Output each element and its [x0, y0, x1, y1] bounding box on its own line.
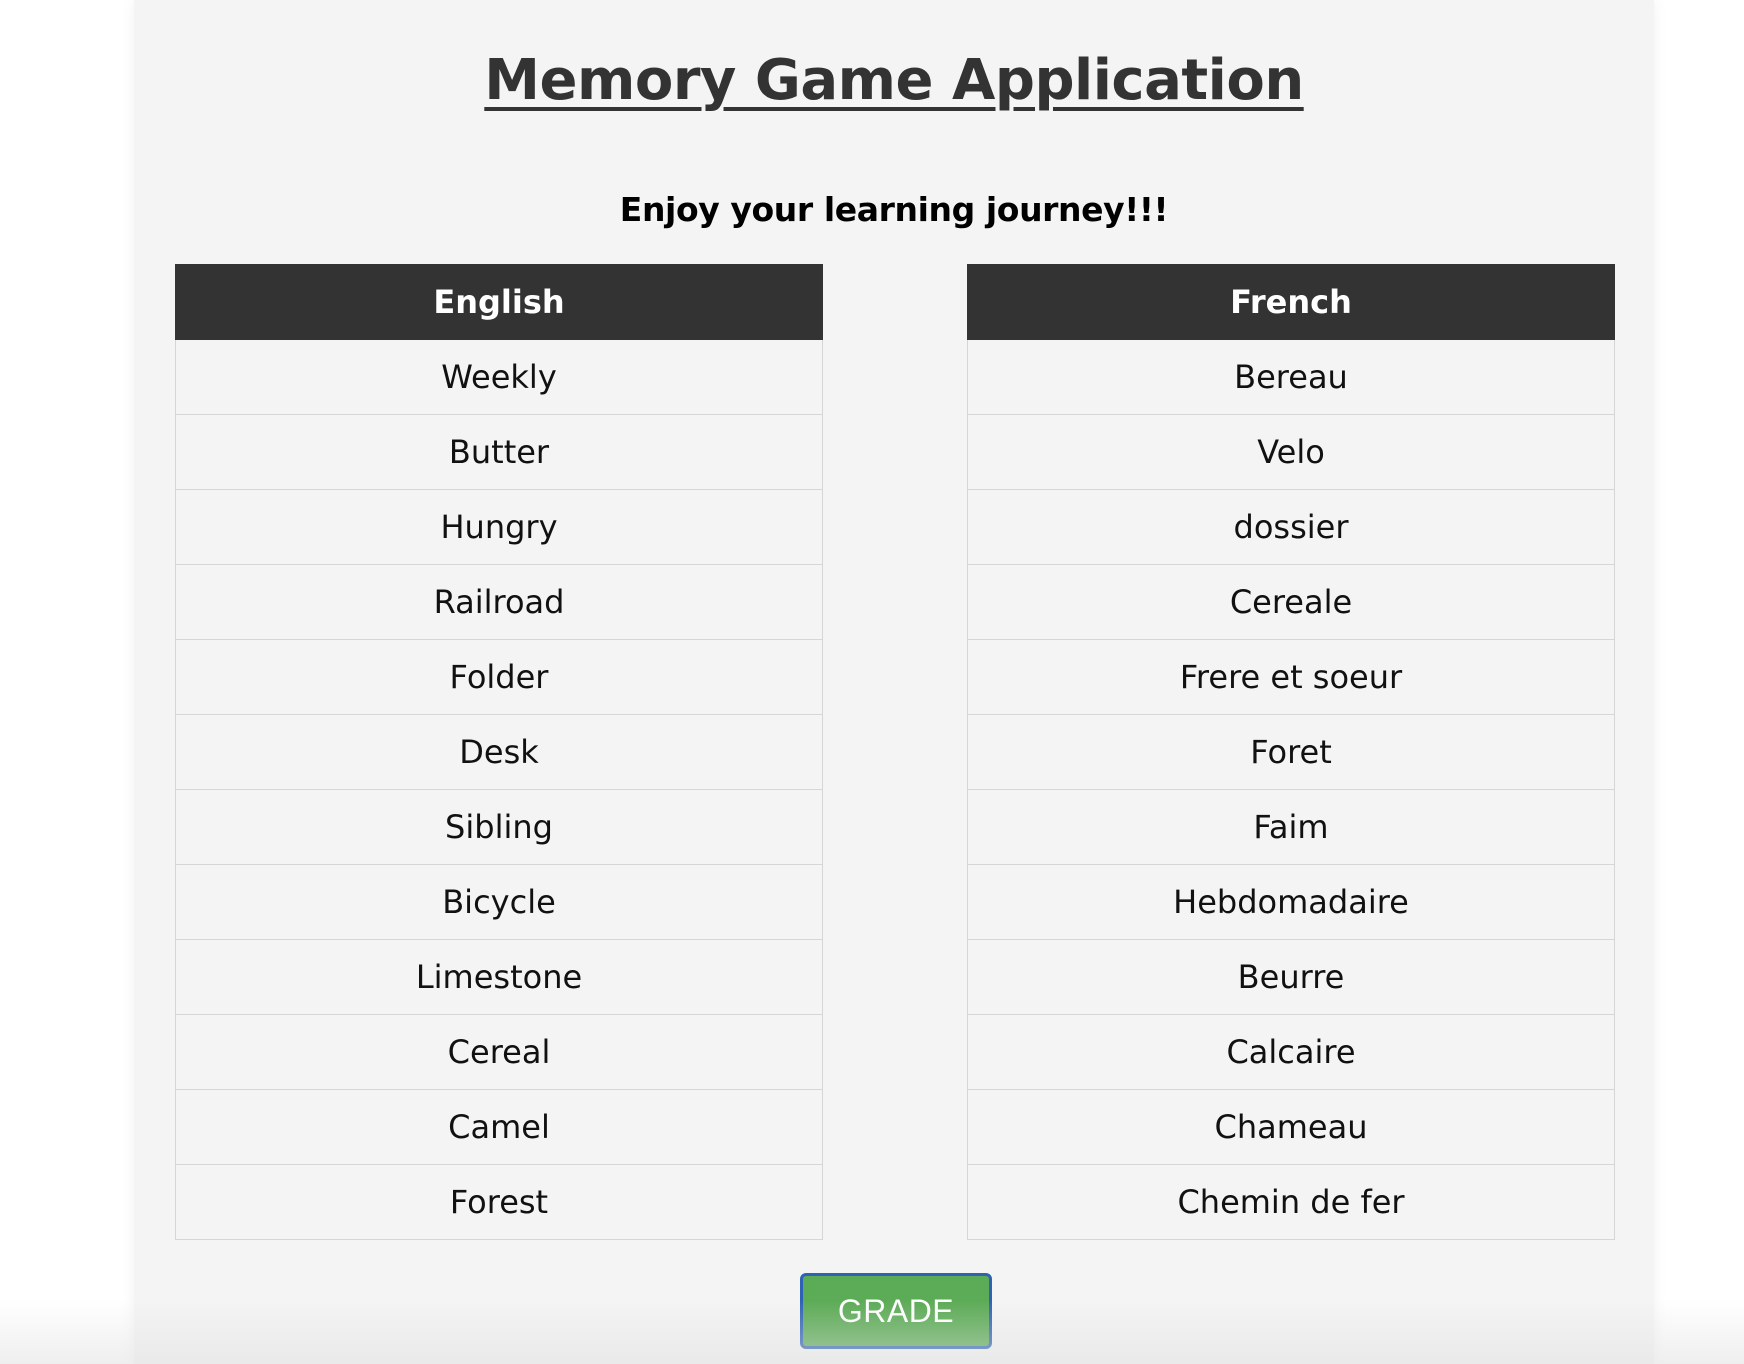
table-row: Hungry [175, 489, 823, 565]
table-row: Weekly [175, 339, 823, 415]
table-row: Chemin de fer [967, 1164, 1615, 1240]
table-header-row: French [967, 264, 1615, 340]
french-word-cell[interactable]: Hebdomadaire [967, 864, 1615, 940]
grade-button[interactable]: GRADE [800, 1273, 992, 1349]
french-word-cell[interactable]: Beurre [967, 939, 1615, 1015]
table-row: Hebdomadaire [967, 864, 1615, 940]
table-row: Railroad [175, 564, 823, 640]
english-word-cell[interactable]: Cereal [175, 1014, 823, 1090]
table-row: Bereau [967, 339, 1615, 415]
table-row: Beurre [967, 939, 1615, 1015]
english-word-cell[interactable]: Weekly [175, 339, 823, 415]
table-row: Velo [967, 414, 1615, 490]
table-row: Cereal [175, 1014, 823, 1090]
english-word-cell[interactable]: Desk [175, 714, 823, 790]
french-word-cell[interactable]: Bereau [967, 339, 1615, 415]
table-row: Limestone [175, 939, 823, 1015]
table-row: Foret [967, 714, 1615, 790]
english-word-cell[interactable]: Butter [175, 414, 823, 490]
french-word-cell[interactable]: Chameau [967, 1089, 1615, 1165]
english-word-cell[interactable]: Hungry [175, 489, 823, 565]
french-word-cell[interactable]: Cereale [967, 564, 1615, 640]
french-column-header: French [967, 264, 1615, 340]
english-word-cell[interactable]: Bicycle [175, 864, 823, 940]
french-word-cell[interactable]: dossier [967, 489, 1615, 565]
english-word-cell[interactable]: Sibling [175, 789, 823, 865]
french-word-cell[interactable]: Velo [967, 414, 1615, 490]
table-row: Camel [175, 1089, 823, 1165]
french-word-cell[interactable]: Faim [967, 789, 1615, 865]
page-title: Memory Game Application [484, 48, 1304, 113]
english-word-cell[interactable]: Railroad [175, 564, 823, 640]
table-row: Cereale [967, 564, 1615, 640]
french-word-cell[interactable]: Chemin de fer [967, 1164, 1615, 1240]
table-row: Faim [967, 789, 1615, 865]
english-column-header: English [175, 264, 823, 340]
page-container: Memory Game Application Enjoy your learn… [134, 0, 1654, 1364]
page-subtitle: Enjoy your learning journey!!! [619, 190, 1169, 229]
english-word-cell[interactable]: Forest [175, 1164, 823, 1240]
table-row: Chameau [967, 1089, 1615, 1165]
table-row: Forest [175, 1164, 823, 1240]
french-word-cell[interactable]: Calcaire [967, 1014, 1615, 1090]
table-row: Frere et soeur [967, 639, 1615, 715]
table-row: dossier [967, 489, 1615, 565]
english-word-cell[interactable]: Limestone [175, 939, 823, 1015]
table-row: Folder [175, 639, 823, 715]
english-word-cell[interactable]: Folder [175, 639, 823, 715]
table-row: Desk [175, 714, 823, 790]
french-word-cell[interactable]: Frere et soeur [967, 639, 1615, 715]
table-row: Sibling [175, 789, 823, 865]
french-word-cell[interactable]: Foret [967, 714, 1615, 790]
table-row: Bicycle [175, 864, 823, 940]
english-word-cell[interactable]: Camel [175, 1089, 823, 1165]
english-words-table: English Weekly Butter Hungry Railroad Fo… [175, 264, 823, 1240]
french-words-table: French Bereau Velo dossier Cereale Frere… [967, 264, 1615, 1240]
table-row: Calcaire [967, 1014, 1615, 1090]
table-row: Butter [175, 414, 823, 490]
table-header-row: English [175, 264, 823, 340]
